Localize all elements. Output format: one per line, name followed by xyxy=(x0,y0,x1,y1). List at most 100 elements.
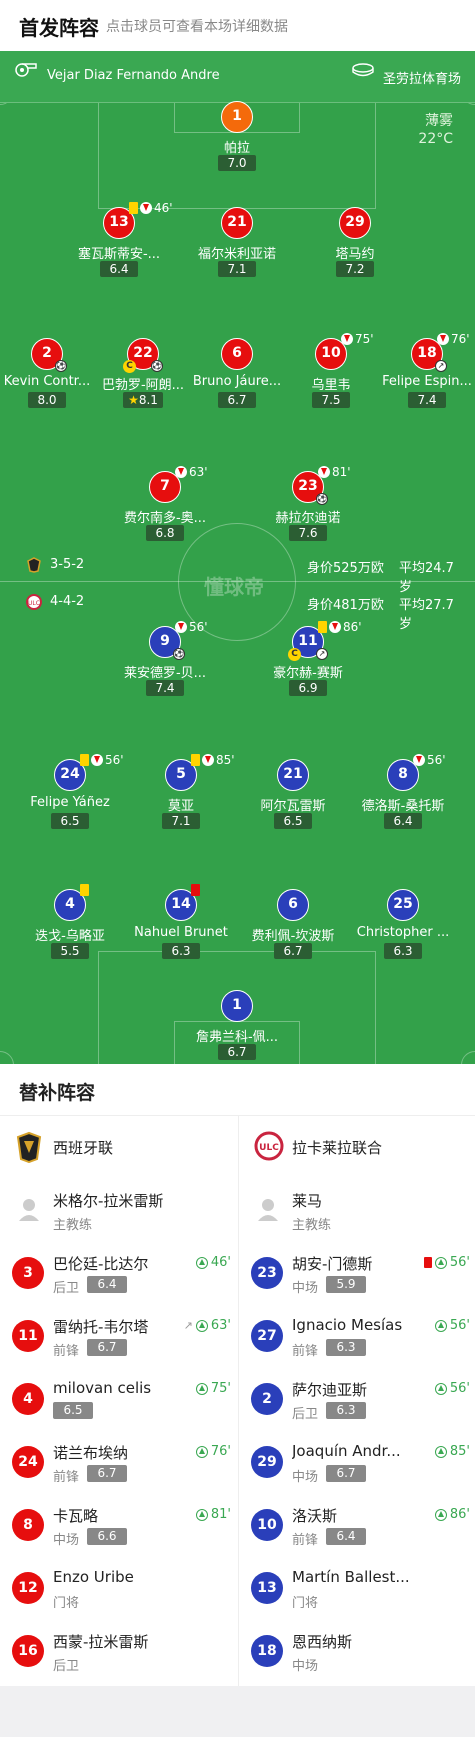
sub-player-row[interactable]: 13 Martín Ballest... 门将 xyxy=(239,1556,475,1619)
player-position: 后卫 xyxy=(292,1407,319,1422)
home-coach[interactable]: 米格尔-拉米雷斯 主教练 xyxy=(0,1178,237,1241)
player-number: 25 xyxy=(387,889,419,921)
player-rating-value: 7.4 xyxy=(155,681,175,695)
player-rating: 6.4 xyxy=(100,261,138,277)
player-rating-value: 6.9 xyxy=(298,681,318,695)
player-rating: 6.4 xyxy=(326,1528,366,1545)
sub-on-icon xyxy=(195,1319,208,1332)
sub-player-row[interactable]: 23 胡安-门德斯 中场 5.9 56' xyxy=(239,1241,475,1304)
away-coach[interactable]: 莱马 主教练 xyxy=(239,1178,475,1241)
sub-on-icon xyxy=(195,1508,208,1521)
sub-player-row[interactable]: 24 诺兰布埃纳 前锋 6.7 76' xyxy=(0,1430,237,1493)
player-name: Christopher ... xyxy=(356,925,450,940)
player-rating: 7.6 xyxy=(289,525,327,541)
sub-on-event: 81' xyxy=(195,1507,231,1522)
sub-player-row[interactable]: 4 milovan celis 6.5 75' xyxy=(0,1367,237,1430)
sub-on-event: 46' xyxy=(195,1255,231,1270)
player-name: 塔马约 xyxy=(335,247,375,262)
player-name: 卡瓦略 xyxy=(53,1507,99,1525)
sub-player-row[interactable]: 29 Joaquín Andr... 中场 6.7 85' xyxy=(239,1430,475,1493)
assist-icon: ↗ xyxy=(435,360,447,372)
player-rating-value: 6.3 xyxy=(171,944,191,958)
player-position: 后卫 xyxy=(53,1281,80,1296)
player-rating-value: 8.1 xyxy=(138,393,158,407)
sub-on-minute: 81' xyxy=(210,1507,231,1522)
player-name: Felipe Yáñez xyxy=(30,795,110,810)
player-rating: 6.7 xyxy=(87,1339,127,1356)
sub-on-event: 56' xyxy=(434,1381,470,1396)
sub-off-icon xyxy=(91,754,103,766)
sub-on-icon xyxy=(434,1508,447,1521)
player-rating: 7.1 xyxy=(162,813,200,829)
player-number: 11 xyxy=(12,1320,44,1352)
sub-on-icon xyxy=(434,1445,447,1458)
sub-off-icon xyxy=(175,466,187,478)
player-events xyxy=(191,883,200,897)
sub-off-minute: 85' xyxy=(216,753,235,767)
player-events: 56' xyxy=(413,753,446,767)
player-rating-value: 6.4 xyxy=(109,262,129,276)
player-name: Felipe Espin... xyxy=(382,374,472,389)
sub-player-row[interactable]: 11 雷纳托-韦尔塔 前锋 6.7 ↗ 63' xyxy=(0,1304,237,1367)
player-position: 前锋 xyxy=(53,1470,80,1485)
player-events: 46' xyxy=(129,201,173,215)
page-title: 首发阵容 xyxy=(19,16,99,40)
player-rating-value: 8.0 xyxy=(37,393,57,407)
player-rating: ★8.1 xyxy=(123,392,163,408)
player-number: 29 xyxy=(339,207,371,239)
sub-on-minute: 85' xyxy=(449,1444,470,1459)
coach-name: 米格尔-拉米雷斯 xyxy=(53,1192,164,1210)
sub-on-icon xyxy=(434,1319,447,1332)
player-rating: 6.3 xyxy=(384,943,422,959)
player-number: 18 xyxy=(251,1635,283,1667)
player-rating: 6.4 xyxy=(384,813,422,829)
sub-on-minute: 56' xyxy=(449,1255,470,1270)
sub-off-minute: 63' xyxy=(189,465,208,479)
red-card-icon xyxy=(423,1257,432,1268)
sub-on-minute: 46' xyxy=(210,1255,231,1270)
sub-on-icon xyxy=(434,1256,447,1269)
player-rating: 6.7 xyxy=(218,1044,256,1060)
svg-text:ULC: ULC xyxy=(259,1143,279,1153)
footer-space xyxy=(0,1686,475,1737)
player-events: 75' xyxy=(341,332,374,346)
player-name: 莫亚 xyxy=(167,799,194,814)
player-number: 8 xyxy=(12,1509,44,1541)
sub-player-row[interactable]: 12 Enzo Uribe 门将 xyxy=(0,1556,237,1619)
player-events: 81' xyxy=(318,465,351,479)
weather: 薄雾 22°C xyxy=(418,112,453,148)
player-number: 1 xyxy=(221,101,253,133)
sub-player-row[interactable]: 2 萨尔迪亚斯 后卫 6.3 56' xyxy=(239,1367,475,1430)
away-formation: 4-4-2 xyxy=(50,594,85,609)
star-icon: ★ xyxy=(128,393,139,407)
player-rating: 6.5 xyxy=(53,1402,93,1419)
player-number: 10 xyxy=(251,1509,283,1541)
player-rating: 7.1 xyxy=(218,261,256,277)
sub-player-row[interactable]: 27 Ignacio Mesías 前锋 6.3 56' xyxy=(239,1304,475,1367)
player-position: 后卫 xyxy=(53,1659,80,1674)
stadium-name: 圣劳拉体育场 xyxy=(383,72,462,87)
stadium-icon xyxy=(352,63,374,77)
sub-player-row[interactable]: 10 洛沃斯 前锋 6.4 86' xyxy=(239,1493,475,1556)
player-rating: 7.5 xyxy=(312,392,350,408)
sub-player-row[interactable]: 18 恩西纳斯 中场 xyxy=(239,1619,475,1682)
player-rating-value: 6.4 xyxy=(393,814,413,828)
page-subtitle: 点击球员可查看本场详细数据 xyxy=(106,19,288,35)
goal-ball-icon: ⚽ xyxy=(151,360,163,372)
player-name: 帕拉 xyxy=(223,141,250,156)
home-avg-age: 平均24.7岁 xyxy=(399,561,454,595)
sub-player-row[interactable]: 16 西蒙-拉米雷斯 后卫 xyxy=(0,1619,237,1682)
sub-player-row[interactable]: 8 卡瓦略 中场 6.6 81' xyxy=(0,1493,237,1556)
sub-player-row[interactable]: 3 巴伦廷-比达尔 后卫 6.4 46' xyxy=(0,1241,237,1304)
lineup-page: { "header":{"title":"首发阵容","subtitle":"点… xyxy=(0,0,475,1737)
player-rating: 6.4 xyxy=(87,1276,127,1293)
player-rating-value: 6.7 xyxy=(227,393,247,407)
whistle-icon xyxy=(15,63,37,77)
player-number: 27 xyxy=(251,1320,283,1352)
sub-on-icon xyxy=(195,1445,208,1458)
player-rating: 6.5 xyxy=(274,813,312,829)
player-name: 西蒙-拉米雷斯 xyxy=(53,1633,149,1651)
home-team-badge-icon xyxy=(27,557,41,573)
match-info-bar: Vejar Diaz Fernando Andre 圣劳拉体育场 xyxy=(0,51,475,103)
player-name: Ignacio Mesías xyxy=(292,1316,403,1334)
